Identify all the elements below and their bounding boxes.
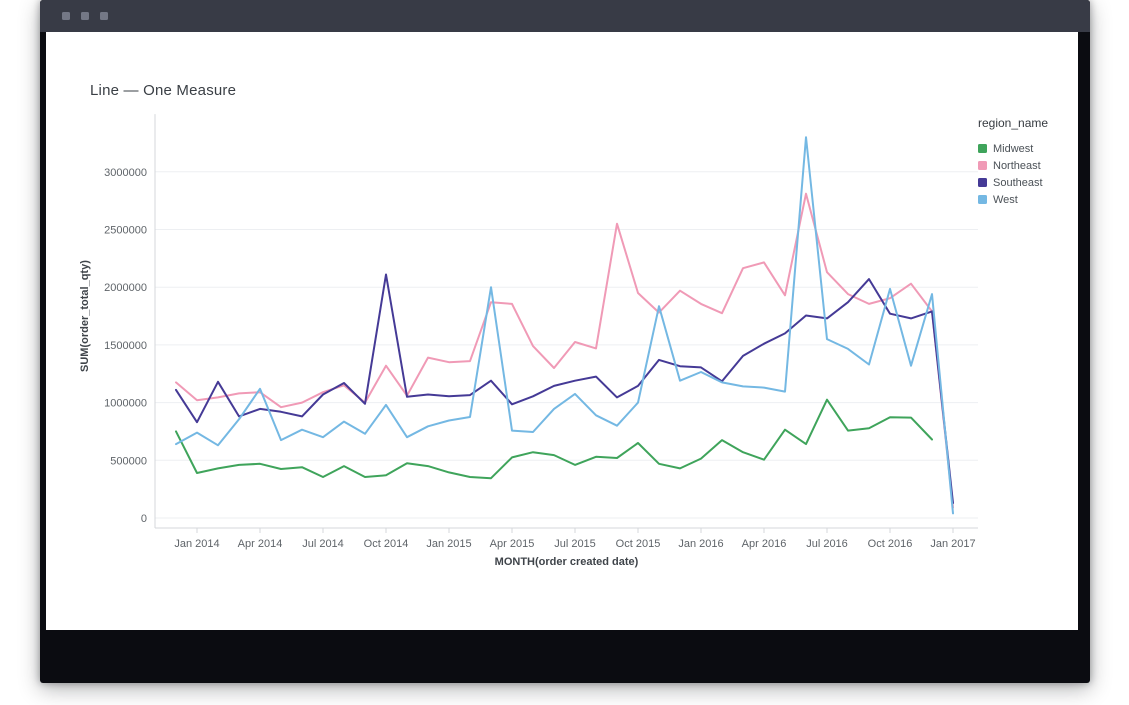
x-axis-tick-label: Jan 2014 [174, 538, 219, 550]
y-axis-title: SUM(order_total_qty) [79, 260, 91, 372]
x-axis-tick-label: Oct 2014 [364, 538, 409, 550]
legend-item-southeast[interactable]: Southeast [978, 174, 1078, 191]
legend-item-west[interactable]: West [978, 191, 1078, 208]
line-chart-plot: 0 500000 1000000 1500000 2000000 2500000 30000… [46, 32, 1078, 630]
legend-item-label: Southeast [993, 177, 1043, 189]
x-axis-tick-label: Apr 2016 [742, 538, 787, 550]
chart-legend: region_name Midwest Northeast Southeast … [978, 116, 1078, 208]
x-axis-tick-label: Oct 2016 [868, 538, 913, 550]
app-window: Line — One Measure 050000010000001500000… [40, 0, 1090, 683]
y-axis-tick-label: 0 [141, 513, 147, 525]
x-axis-tick-label: Jul 2015 [554, 538, 596, 550]
x-axis-tick-label: Apr 2015 [490, 538, 535, 550]
window-control-icon[interactable] [62, 12, 70, 20]
x-axis-tick-label: Jul 2014 [302, 538, 344, 550]
window-control-icon[interactable] [81, 12, 89, 20]
x-axis-title: MONTH(order created date) [495, 556, 639, 568]
legend-item-label: West [993, 194, 1018, 206]
chart-canvas: Line — One Measure 050000010000001500000… [46, 32, 1078, 630]
legend-title: region_name [978, 116, 1078, 130]
legend-item-northeast[interactable]: Northeast [978, 157, 1078, 174]
y-axis-tick-label: 2500000 [104, 225, 147, 237]
window-control-icon[interactable] [100, 12, 108, 20]
legend-swatch-icon [978, 161, 987, 170]
legend-item-label: Midwest [993, 143, 1033, 155]
x-axis-tick-label: Apr 2014 [238, 538, 283, 550]
y-axis-tick-label: 1000000 [104, 398, 147, 410]
y-axis-tick-label: 2000000 [104, 282, 147, 294]
y-axis-tick-label: 1500000 [104, 340, 147, 352]
legend-item-label: Northeast [993, 160, 1041, 172]
series-line-west[interactable] [176, 137, 953, 513]
legend-swatch-icon [978, 178, 987, 187]
x-axis-tick-label: Jan 2015 [426, 538, 471, 550]
page: Line — One Measure 050000010000001500000… [0, 0, 1129, 705]
x-axis-tick-label: Jul 2016 [806, 538, 848, 550]
series-line-midwest[interactable] [176, 400, 932, 479]
y-axis-tick-label: 3000000 [104, 167, 147, 179]
legend-swatch-icon [978, 144, 987, 153]
y-axis-tick-label: 500000 [110, 455, 147, 467]
x-axis-tick-label: Jan 2017 [930, 538, 975, 550]
legend-item-midwest[interactable]: Midwest [978, 140, 1078, 157]
window-titlebar [40, 0, 1090, 32]
x-axis-tick-label: Oct 2015 [616, 538, 661, 550]
legend-swatch-icon [978, 195, 987, 204]
x-axis-tick-label: Jan 2016 [678, 538, 723, 550]
